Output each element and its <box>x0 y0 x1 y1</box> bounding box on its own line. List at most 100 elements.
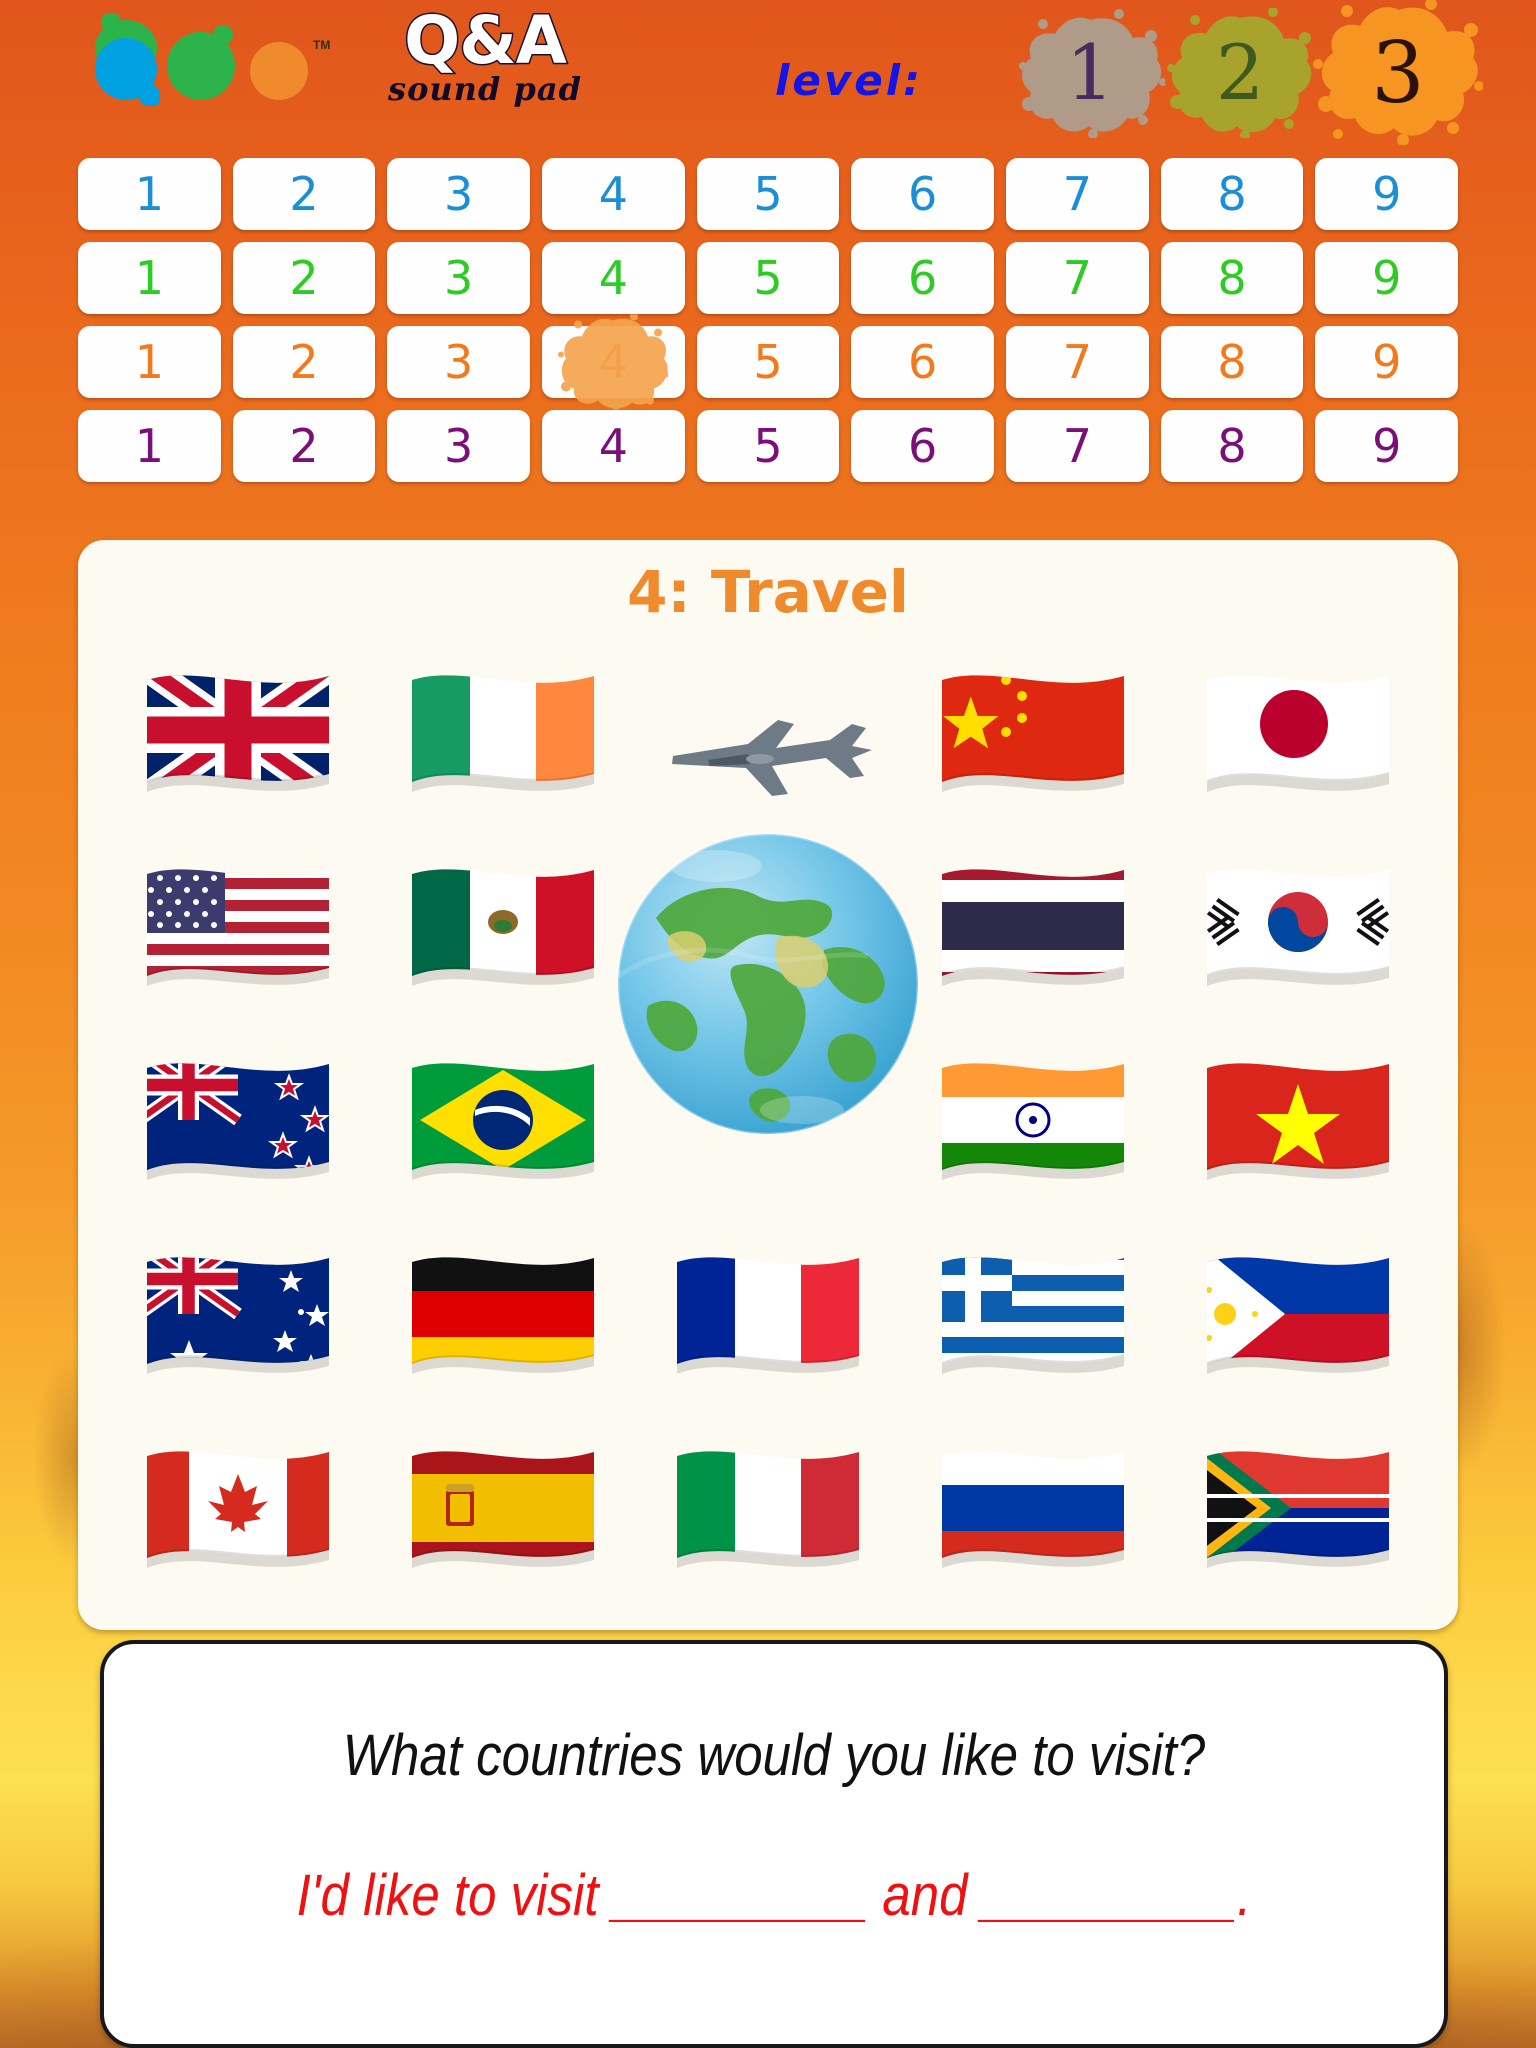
number-button-label: 6 <box>908 419 938 473</box>
flag-united-states[interactable] <box>106 834 371 1028</box>
number-button-orange-4[interactable]: 4 <box>542 312 685 411</box>
flag-greece[interactable] <box>900 1222 1165 1416</box>
number-button-label: 6 <box>908 167 938 221</box>
number-button-orange-8[interactable]: 8 <box>1160 326 1304 398</box>
flag-united-kingdom[interactable] <box>106 640 371 834</box>
globe-illustration <box>548 644 988 1204</box>
number-button-orange-6[interactable]: 6 <box>851 326 995 398</box>
number-button-label: 2 <box>289 419 319 473</box>
number-button-blue-6[interactable]: 6 <box>851 158 995 230</box>
number-button-label: 9 <box>1372 335 1402 389</box>
flag-france[interactable] <box>636 1222 901 1416</box>
number-button-purple-8[interactable]: 8 <box>1160 410 1304 482</box>
level-value: 2 <box>1215 28 1265 117</box>
page-title: 4: Travel <box>627 558 909 626</box>
flag-south-korea[interactable] <box>1165 834 1430 1028</box>
flag-canada[interactable] <box>106 1416 371 1610</box>
number-button-orange-1[interactable]: 1 <box>78 326 221 398</box>
flag-greece-icon <box>941 1257 1124 1374</box>
number-button-label: 1 <box>134 335 164 389</box>
flag-japan[interactable] <box>1165 640 1430 834</box>
number-button-green-7[interactable]: 7 <box>1006 242 1149 314</box>
flag-south-africa-icon <box>1206 1451 1389 1568</box>
number-button-label: 7 <box>1062 419 1092 473</box>
number-button-label: 3 <box>444 335 474 389</box>
number-button-green-2[interactable]: 2 <box>232 242 376 314</box>
level-option-2[interactable]: 2 <box>1165 8 1315 138</box>
flag-spain[interactable] <box>371 1416 636 1610</box>
brand-title-block: Q&A sound pad <box>345 6 625 108</box>
number-button-blue-3[interactable]: 3 <box>387 158 531 230</box>
number-button-label: 5 <box>753 167 783 221</box>
flag-germany-icon <box>412 1257 595 1374</box>
number-button-green-1[interactable]: 1 <box>78 242 221 314</box>
number-button-purple-9[interactable]: 9 <box>1315 410 1459 482</box>
number-row-blue: 1 2 3 4 5 6 7 8 9 <box>78 158 1459 230</box>
number-button-blue-9[interactable]: 9 <box>1315 158 1459 230</box>
number-button-purple-4[interactable]: 4 <box>542 410 685 482</box>
flag-italy[interactable] <box>636 1416 901 1610</box>
number-button-green-9[interactable]: 9 <box>1315 242 1459 314</box>
flag-russia[interactable] <box>900 1416 1165 1610</box>
number-button-label: 5 <box>753 335 783 389</box>
content-panel: 4: Travel <box>78 540 1458 1630</box>
number-button-green-3[interactable]: 3 <box>387 242 531 314</box>
flag-germany[interactable] <box>371 1222 636 1416</box>
number-button-blue-4[interactable]: 4 <box>542 158 685 230</box>
number-button-label: 3 <box>444 167 474 221</box>
number-button-label: 8 <box>1217 419 1247 473</box>
flag-philippines[interactable] <box>1165 1222 1430 1416</box>
number-button-blue-7[interactable]: 7 <box>1006 158 1149 230</box>
level-option-3[interactable]: 3 <box>1313 0 1483 145</box>
flag-philippines-icon <box>1206 1257 1389 1374</box>
number-button-green-5[interactable]: 5 <box>696 242 840 314</box>
number-button-label: 2 <box>289 167 319 221</box>
number-button-green-8[interactable]: 8 <box>1160 242 1304 314</box>
number-button-green-4[interactable]: 4 <box>542 242 685 314</box>
number-button-orange-2[interactable]: 2 <box>232 326 376 398</box>
level-value: 3 <box>1371 23 1425 122</box>
number-pad-grid: 1 2 3 4 5 6 7 8 9 1 2 3 4 5 6 7 8 9 1 2 3 4 5 6 7 8 9 1 2 3 4 5 6 7 8 9 <box>78 158 1459 494</box>
number-row-orange: 1 2 3 4 5 6 7 8 9 <box>78 312 1459 411</box>
flag-row <box>106 1416 1430 1610</box>
level-selector: level: 1 2 3 <box>760 0 1520 145</box>
number-button-purple-6[interactable]: 6 <box>851 410 995 482</box>
flag-australia[interactable] <box>106 1222 371 1416</box>
number-button-label: 4 <box>598 335 628 389</box>
flag-japan-icon <box>1206 675 1389 792</box>
flag-south-africa[interactable] <box>1165 1416 1430 1610</box>
number-button-label: 8 <box>1217 335 1247 389</box>
flag-south-korea-icon <box>1206 869 1389 986</box>
number-button-orange-7[interactable]: 7 <box>1006 326 1149 398</box>
number-button-green-6[interactable]: 6 <box>851 242 995 314</box>
number-button-purple-3[interactable]: 3 <box>387 410 531 482</box>
number-button-blue-5[interactable]: 5 <box>696 158 840 230</box>
number-button-orange-5[interactable]: 5 <box>696 326 840 398</box>
flag-row <box>106 1222 1430 1416</box>
number-button-label: 5 <box>753 251 783 305</box>
number-button-blue-8[interactable]: 8 <box>1160 158 1304 230</box>
number-button-purple-2[interactable]: 2 <box>232 410 376 482</box>
number-button-label: 2 <box>289 251 319 305</box>
flag-spain-icon <box>412 1451 595 1568</box>
number-button-label: 1 <box>134 251 164 305</box>
number-button-purple-7[interactable]: 7 <box>1006 410 1149 482</box>
flag-vietnam[interactable] <box>1165 1028 1430 1222</box>
number-button-label: 6 <box>908 335 938 389</box>
number-row-green: 1 2 3 4 5 6 7 8 9 <box>78 242 1459 314</box>
number-button-label: 7 <box>1062 251 1092 305</box>
level-option-1[interactable]: 1 <box>1015 8 1165 138</box>
flag-australia-icon <box>147 1257 330 1374</box>
flag-new-zealand[interactable] <box>106 1028 371 1222</box>
number-button-orange-3[interactable]: 3 <box>387 326 531 398</box>
number-button-label: 6 <box>908 251 938 305</box>
number-button-purple-5[interactable]: 5 <box>696 410 840 482</box>
number-button-purple-1[interactable]: 1 <box>78 410 221 482</box>
number-row-purple: 1 2 3 4 5 6 7 8 9 <box>78 410 1459 482</box>
number-button-blue-2[interactable]: 2 <box>232 158 376 230</box>
number-button-blue-1[interactable]: 1 <box>78 158 221 230</box>
level-value: 1 <box>1065 28 1115 117</box>
earth-and-plane-icon <box>616 720 920 1136</box>
number-button-orange-9[interactable]: 9 <box>1315 326 1459 398</box>
number-button-label: 7 <box>1062 335 1092 389</box>
